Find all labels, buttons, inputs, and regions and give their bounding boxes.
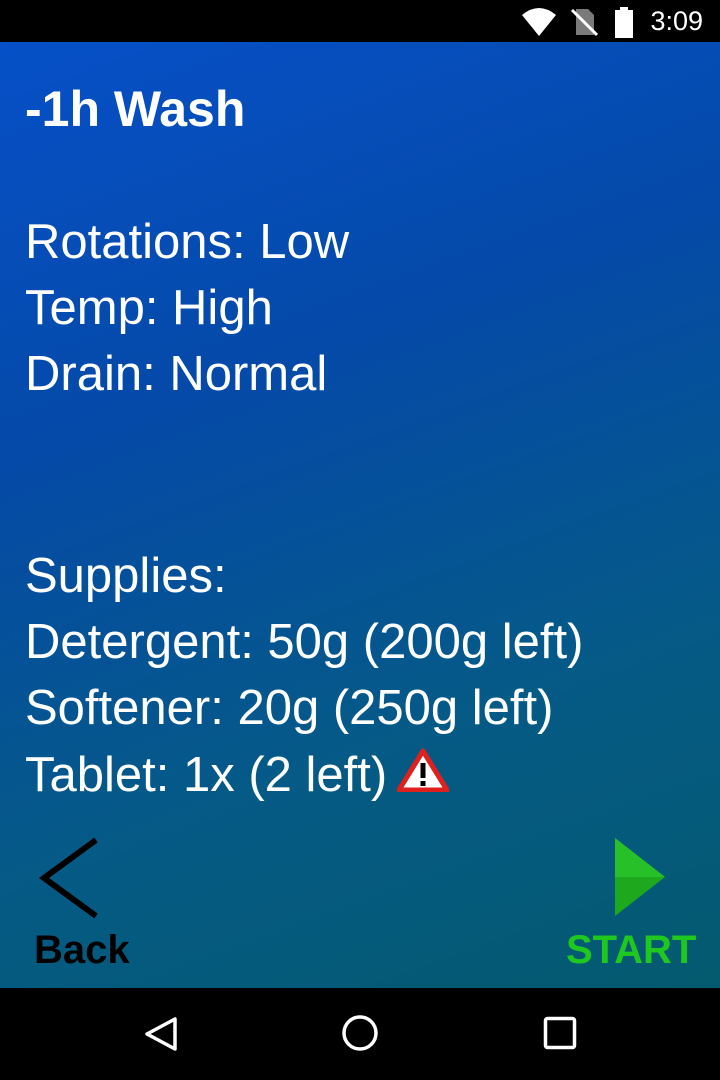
supply-softener: Softener: 20g (250g left): [25, 681, 554, 735]
warning-triangle-icon: [396, 748, 450, 801]
status-bar: 3:09: [0, 0, 720, 42]
play-icon: [613, 836, 667, 923]
setting-rotations: Rotations: Low: [25, 215, 350, 269]
battery-icon: [613, 7, 635, 44]
recents-square-icon[interactable]: [543, 1016, 577, 1055]
setting-temp: Temp: High: [25, 281, 273, 335]
system-nav-bar: [0, 988, 720, 1080]
start-button[interactable]: START: [560, 832, 710, 972]
supplies-header: Supplies:: [25, 549, 227, 603]
setting-drain: Drain: Normal: [25, 347, 328, 401]
back-button[interactable]: Back: [30, 832, 150, 972]
chevron-left-icon: [38, 836, 100, 925]
wash-program-screen: -1h Wash Rotations: Low Temp: High Drain…: [0, 42, 720, 988]
supply-detergent: Detergent: 50g (200g left): [25, 615, 584, 669]
program-title: -1h Wash: [25, 81, 246, 137]
back-label: Back: [34, 928, 130, 972]
status-time: 3:09: [650, 6, 703, 36]
no-sim-icon: [570, 7, 599, 42]
wifi-icon: [521, 7, 557, 42]
supply-tablet-text: Tablet: 1x (2 left): [25, 748, 388, 802]
home-circle-icon[interactable]: [341, 1014, 379, 1057]
back-triangle-icon[interactable]: [143, 1016, 179, 1057]
start-label: START: [566, 928, 697, 972]
supply-tablet: Tablet: 1x (2 left): [25, 748, 450, 805]
